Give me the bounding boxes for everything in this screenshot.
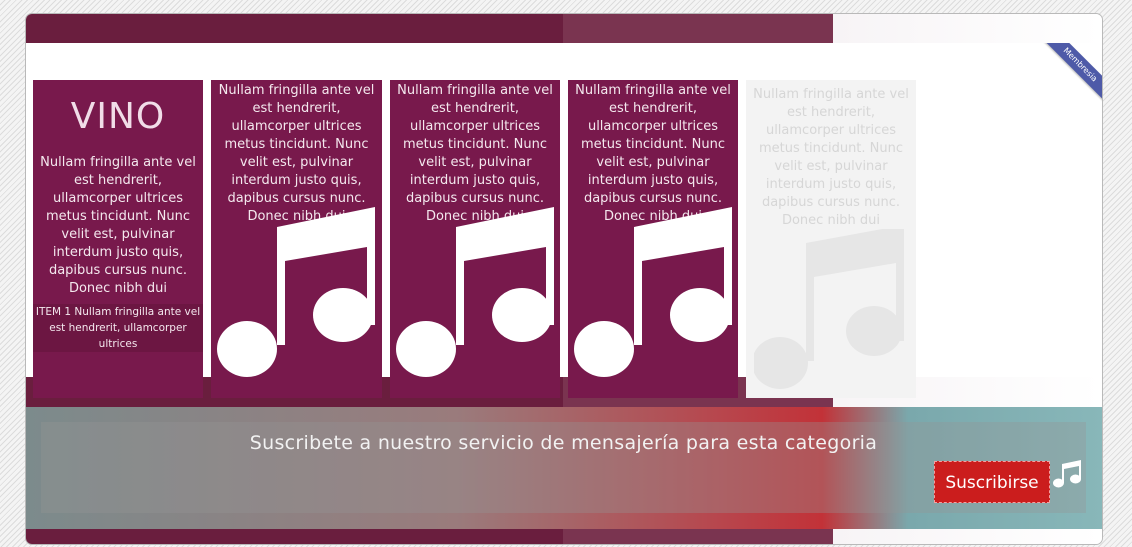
subscribe-banner: Suscribete a nuestro servicio de mensaje… [26,407,1102,529]
music-note-icon [217,207,375,377]
category-panel: VINO Nullam fringilla ante vel est hendr… [33,80,203,398]
subscribe-box: Suscribete a nuestro servicio de mensaje… [41,422,1086,513]
music-note-icon [574,207,732,377]
subscribe-message: Suscribete a nuestro servicio de mensaje… [249,432,878,454]
category-description: Nullam fringilla ante vel est hendrerit,… [40,155,196,296]
item-card[interactable]: Nullam fringilla ante vel est hendrerit,… [568,80,738,398]
bottom-band [26,529,1102,544]
category-content: VINO Nullam fringilla ante vel est hendr… [26,43,1102,398]
item-text: Nullam fringilla ante vel est hendrerit,… [218,83,375,224]
item-card[interactable]: Nullam fringilla ante vel est hendrerit,… [211,80,382,398]
category-title: VINO [70,96,166,137]
music-note-icon [396,207,554,377]
ribbon-label: Membresia [1040,43,1102,105]
category-frame: VINO Nullam fringilla ante vel est hendr… [26,14,1102,544]
item-text: Nullam fringilla ante vel est hendrerit,… [753,87,909,228]
item-card[interactable]: Nullam fringilla ante vel est hendrerit,… [390,80,560,398]
item-text: Nullam fringilla ante vel est hendrerit,… [575,83,731,224]
subscribe-button[interactable]: Suscribirse [934,461,1050,503]
music-note-icon [1053,460,1081,488]
top-band [26,14,1102,43]
item-caption[interactable]: ITEM 1 Nullam fringilla ante vel est hen… [33,304,203,352]
item-card-faded[interactable]: Nullam fringilla ante vel est hendrerit,… [746,80,916,398]
corner-ribbon[interactable]: Membresia [1036,43,1102,109]
mid-band [26,377,1102,407]
item-text: Nullam fringilla ante vel est hendrerit,… [397,83,553,224]
music-note-icon [754,229,904,389]
